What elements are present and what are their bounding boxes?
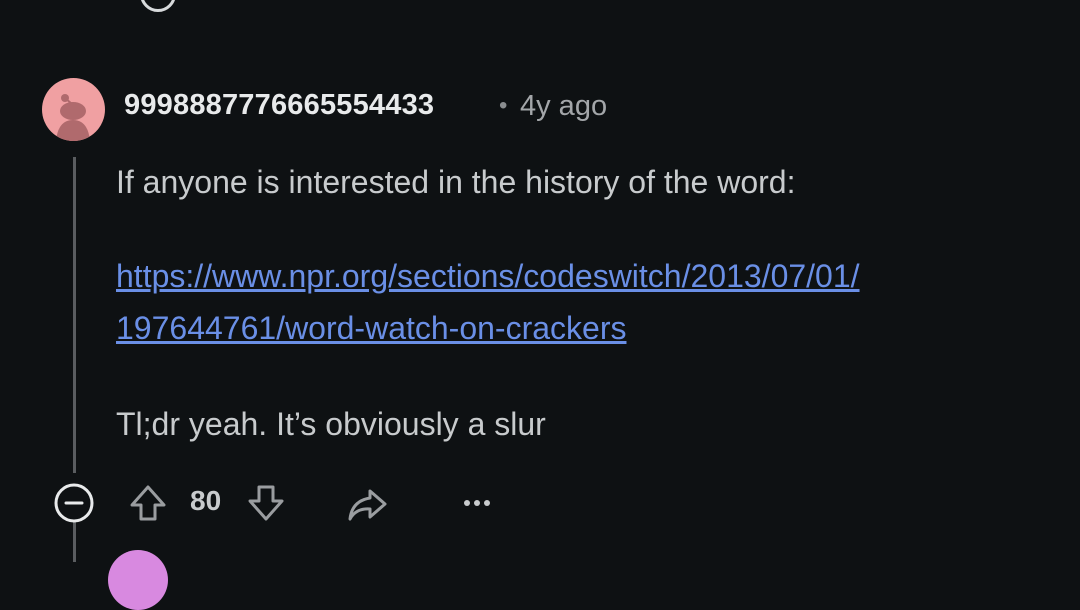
collapse-button[interactable] xyxy=(53,482,95,524)
timestamp: 4y ago xyxy=(520,90,608,122)
more-options-button[interactable] xyxy=(462,483,492,523)
meta-separator: • xyxy=(499,92,508,119)
username[interactable]: 9998887776665554433 xyxy=(124,89,434,122)
comment-text: Tl;dr yeah. It’s obviously a slur xyxy=(116,406,546,442)
snoo-icon xyxy=(56,94,90,141)
collapse-minus-icon xyxy=(54,483,94,523)
share-button[interactable] xyxy=(346,485,388,525)
comment-text: If anyone is interested in the history o… xyxy=(116,164,796,200)
previous-comment-icon[interactable] xyxy=(140,0,176,12)
upvote-button[interactable] xyxy=(128,483,168,523)
more-dots-icon xyxy=(464,500,490,506)
downvote-button[interactable] xyxy=(246,483,286,523)
downvote-arrow-icon xyxy=(248,485,284,521)
vote-count: 80 xyxy=(190,485,222,516)
avatar[interactable] xyxy=(42,78,105,141)
comment-link[interactable]: 197644761/word-watch-on-crackers xyxy=(116,304,626,352)
comment-link[interactable]: https://www.npr.org/sections/codeswitch/… xyxy=(116,252,860,300)
thread-line[interactable] xyxy=(73,157,76,473)
share-icon xyxy=(348,489,387,521)
upvote-arrow-icon xyxy=(130,485,166,521)
avatar[interactable] xyxy=(108,550,168,610)
thread-line[interactable] xyxy=(73,522,76,562)
